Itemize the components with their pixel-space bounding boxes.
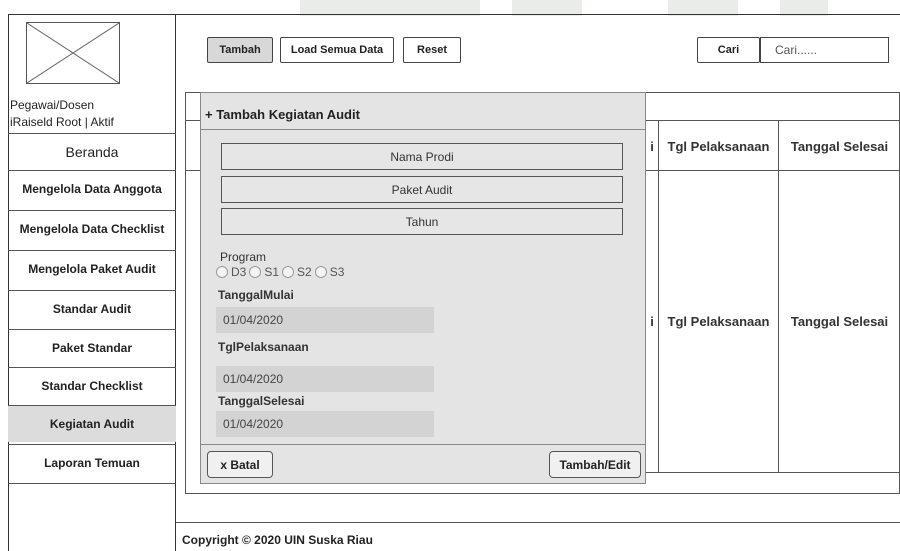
modal-title: + Tambah Kegiatan Audit [205,107,360,122]
table-cell-tgl-pelaksanaan: Tgl Pelaksanaan [667,313,770,329]
sidebar-item-mengelola-data-checklist[interactable]: Mengelola Data Checklist [8,210,176,247]
user-role: Pegawai/Dosen [10,98,95,112]
table-header-partial: i [650,138,654,154]
reset-button[interactable]: Reset [403,37,461,63]
program-label: Program [220,250,267,264]
radio-s3-label: S3 [329,265,345,279]
sidebar-item-laporan-temuan[interactable]: Laporan Temuan [8,444,176,481]
table-header-tanggal-selesai: Tanggal Selesai [790,138,889,154]
table-cell-tanggal-selesai: Tanggal Selesai [790,313,889,329]
cancel-button[interactable]: x Batal [207,451,273,478]
tahun-select[interactable]: Tahun [221,208,623,235]
sidebar-item-paket-standar[interactable]: Paket Standar [8,329,176,366]
user-status: iRaiseld Root | Aktif [10,115,114,129]
program-radio-group: D3 S1 S2 S3 [216,265,344,279]
radio-s1[interactable] [249,266,262,278]
sidebar-item-standar-audit[interactable]: Standar Audit [8,290,176,327]
sidebar-divider [8,483,176,484]
table-divider [645,472,900,473]
load-all-button[interactable]: Load Semua Data [280,37,394,63]
search-button[interactable]: Cari [697,37,760,63]
paket-audit-select[interactable]: Paket Audit [221,176,623,203]
tgl-pelaksanaan-label: TglPelaksanaan [218,340,309,354]
table-cell-partial: i [650,313,654,329]
radio-s1-label: S1 [264,265,280,279]
radio-s2-label: S2 [297,265,312,279]
nama-prodi-select[interactable]: Nama Prodi [221,143,623,170]
sidebar-item-mengelola-paket-audit[interactable]: Mengelola Paket Audit [8,250,176,287]
table-divider [778,120,779,472]
table-header-tgl-pelaksanaan: Tgl Pelaksanaan [667,138,770,154]
sidebar-item-beranda[interactable]: Beranda [8,133,176,170]
submit-button[interactable]: Tambah/Edit [549,451,641,478]
modal-title-divider [201,129,645,130]
modal-footer-divider [201,444,645,445]
radio-d3[interactable] [216,266,228,278]
table-divider [658,120,659,472]
radio-s2[interactable] [282,266,295,278]
logo-placeholder-icon [26,22,120,84]
tgl-pelaksanaan-field[interactable]: 01/04/2020 [216,366,434,392]
sidebar-item-standar-checklist[interactable]: Standar Checklist [8,367,176,404]
search-input[interactable]: Cari...... [760,37,889,63]
tanggal-selesai-field[interactable]: 01/04/2020 [216,411,434,437]
radio-s3[interactable] [314,266,327,278]
sidebar-item-kegiatan-audit[interactable]: Kegiatan Audit [8,405,176,442]
tanggal-selesai-label: TanggalSelesai [218,394,305,408]
footer-copyright: Copyright © 2020 UIN Suska Riau [182,533,373,547]
footer-divider [176,522,900,523]
tanggal-mulai-label: TanggalMulai [218,288,294,302]
tanggal-mulai-field[interactable]: 01/04/2020 [216,307,434,333]
sidebar-item-mengelola-data-anggota[interactable]: Mengelola Data Anggota [8,170,176,207]
add-button[interactable]: Tambah [207,37,273,63]
radio-d3-label: D3 [231,265,247,279]
